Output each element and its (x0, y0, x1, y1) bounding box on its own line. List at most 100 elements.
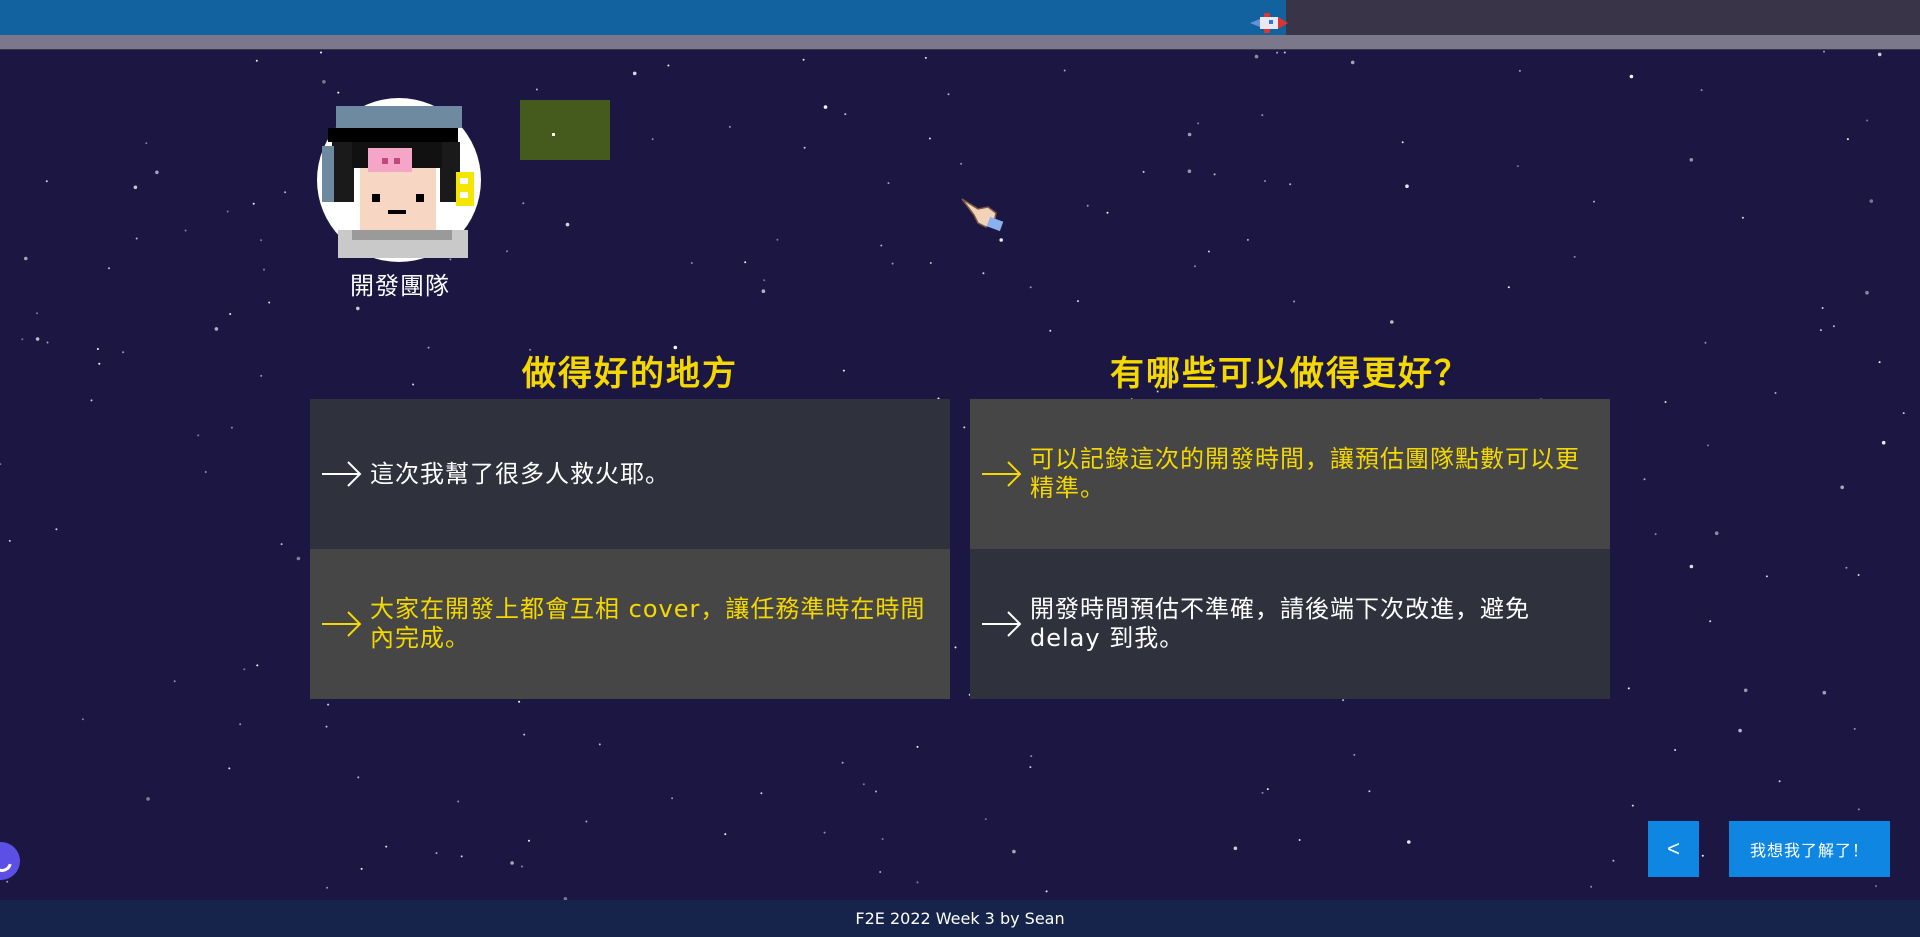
star (632, 71, 637, 76)
star (357, 776, 360, 779)
star (724, 833, 727, 836)
star (984, 818, 987, 821)
star (763, 279, 766, 282)
card-text: 大家在開發上都會互相 cover，讓任務準時在時間內完成。 (370, 595, 926, 652)
back-button[interactable]: < (1648, 821, 1699, 877)
star (875, 790, 877, 793)
star (776, 238, 779, 241)
star (260, 374, 263, 377)
star (1368, 790, 1371, 793)
star (263, 268, 265, 271)
star (1865, 290, 1869, 295)
star (1902, 412, 1905, 415)
star (81, 718, 84, 721)
star (35, 337, 40, 341)
footer: F2E 2022 Week 3 by Sean (0, 900, 1920, 937)
star (1654, 533, 1657, 536)
placeholder-block (520, 100, 610, 160)
progress-bar (0, 0, 1920, 50)
star (671, 797, 674, 800)
star (1045, 890, 1048, 893)
star (1857, 574, 1860, 576)
star (1631, 804, 1634, 807)
star (880, 244, 883, 247)
star (1573, 255, 1576, 258)
star (1866, 119, 1869, 122)
star (522, 202, 525, 205)
star (1664, 401, 1667, 403)
star (1701, 854, 1704, 857)
improvements-title: 有哪些可以做得更好？ (1110, 354, 1470, 394)
star (1857, 808, 1860, 811)
star (916, 881, 919, 884)
placeholder-dot (552, 133, 555, 136)
star (1714, 531, 1719, 535)
good-points-title: 做得好的地方 (522, 354, 738, 394)
star (924, 56, 927, 59)
star (523, 733, 526, 736)
star (598, 743, 601, 746)
star (1845, 566, 1848, 569)
star (184, 229, 187, 232)
star (280, 543, 283, 546)
star (1765, 575, 1768, 578)
star (229, 313, 232, 315)
progress-bar-fill (0, 0, 1287, 35)
star (96, 348, 99, 350)
star (518, 700, 521, 703)
star (55, 528, 58, 531)
star (510, 861, 514, 865)
star (296, 556, 301, 561)
star (1869, 199, 1874, 203)
star (325, 725, 328, 728)
star (1029, 766, 1032, 769)
star (1709, 620, 1712, 623)
star (1261, 791, 1264, 794)
star (1516, 165, 1519, 168)
star (457, 800, 460, 803)
star (1401, 141, 1404, 144)
star (744, 261, 747, 264)
star (506, 250, 508, 253)
star (1353, 753, 1356, 756)
star (1643, 478, 1646, 481)
improvement-card: 開發時間預估不準確，請後端下次改進，避免 delay 到我。 (970, 549, 1610, 699)
star (1774, 392, 1777, 394)
star (887, 182, 890, 185)
star (844, 113, 847, 116)
chevron-left-icon: < (1667, 836, 1680, 861)
star (1390, 320, 1394, 324)
star (45, 180, 48, 183)
star (802, 58, 805, 61)
star (651, 138, 654, 141)
understood-button[interactable]: 我想我了解了！ (1729, 821, 1890, 877)
star (728, 125, 731, 128)
star (252, 202, 255, 205)
star (0, 463, 2, 466)
star (1822, 690, 1827, 695)
star (982, 272, 985, 275)
star (108, 267, 110, 270)
star (1293, 300, 1296, 303)
star (1877, 52, 1882, 57)
star (1507, 286, 1510, 289)
star (1875, 885, 1877, 888)
star (823, 105, 828, 109)
star (1246, 238, 1249, 241)
star (1832, 325, 1835, 328)
star (322, 80, 326, 84)
star (135, 237, 138, 240)
card-text: 可以記錄這次的開發時間，讓預估團隊點數可以更精準。 (1030, 445, 1580, 502)
star (1878, 361, 1881, 364)
star (239, 723, 242, 726)
star (90, 399, 93, 402)
star (1106, 211, 1109, 214)
good-points-card: 這次我幫了很多人救火耶。 (310, 399, 950, 549)
star (1846, 138, 1849, 141)
card-text: 這次我幫了很多人救火耶。 (370, 459, 670, 488)
star (8, 539, 11, 542)
star (284, 191, 287, 194)
star (1077, 300, 1079, 303)
star (1197, 122, 1200, 125)
star (214, 327, 219, 331)
